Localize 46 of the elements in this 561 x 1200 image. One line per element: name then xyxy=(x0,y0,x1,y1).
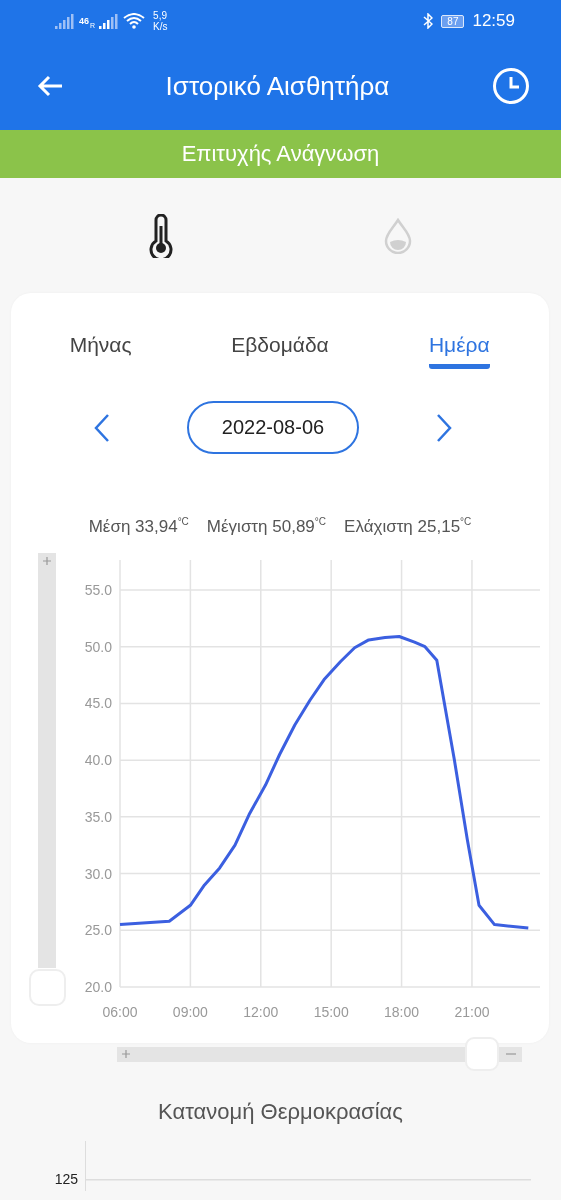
period-tab[interactable]: Εβδομάδα xyxy=(231,323,329,369)
minus-icon[interactable] xyxy=(506,1053,516,1055)
status-banner: Επιτυχής Ανάγνωση xyxy=(0,130,561,178)
y-axis-label: 40.0 xyxy=(84,751,112,768)
signal-icon xyxy=(55,13,75,29)
plus-icon[interactable] xyxy=(42,556,52,566)
y-axis-label: 30.0 xyxy=(84,865,112,882)
history-clock-icon[interactable] xyxy=(492,67,530,105)
x-axis-label: 12:00 xyxy=(243,1003,279,1020)
wifi-icon xyxy=(123,13,146,29)
section-title: Κατανομή Θερμοκρασίας xyxy=(157,1099,404,1125)
x-axis-label: 21:00 xyxy=(454,1003,490,1020)
y-axis-label: 50.0 xyxy=(84,638,112,655)
y-axis-label: 20.0 xyxy=(84,978,112,995)
next-icon[interactable] xyxy=(435,412,453,443)
statistic-label: Ελάχιστη 25,15$^{°C}$ xyxy=(344,516,472,537)
water-drop-icon[interactable] xyxy=(382,217,413,254)
y-axis-label: 125 xyxy=(53,1171,78,1189)
screen-title: Ιστορικό Αισθητήρα xyxy=(165,70,390,102)
y-axis-label: 45.0 xyxy=(84,695,112,712)
vertical-zoom-slider[interactable] xyxy=(38,552,56,968)
back-arrow-icon[interactable] xyxy=(37,75,63,97)
speed-unit: K/s xyxy=(153,21,168,32)
signal-icon xyxy=(99,13,120,29)
y-axis-label: 55.0 xyxy=(84,581,112,598)
network-speed: 5,9 xyxy=(153,10,168,21)
bluetooth-icon xyxy=(423,13,434,29)
battery-indicator: 87 xyxy=(441,14,465,28)
statistic-label: Μέση 33,94$^{°C}$ xyxy=(88,516,189,537)
period-tab[interactable]: Ημέρα xyxy=(428,323,490,369)
slider-thumb[interactable] xyxy=(29,968,66,1006)
y-axis-label: 25.0 xyxy=(84,921,112,938)
thermometer-icon[interactable] xyxy=(146,213,175,258)
plus-icon[interactable] xyxy=(121,1049,131,1059)
x-axis-label: 06:00 xyxy=(102,1003,138,1020)
clock-time: 12:59 xyxy=(472,11,515,31)
x-axis-label: 18:00 xyxy=(384,1003,420,1020)
statistic-label: Μέγιστη 50,89$^{°C}$ xyxy=(206,516,327,537)
period-tab[interactable]: Μήνας xyxy=(69,323,132,369)
network-type: 46 xyxy=(79,16,89,26)
x-axis-label: 15:00 xyxy=(313,1003,349,1020)
previous-icon[interactable] xyxy=(93,412,111,443)
slider-thumb[interactable] xyxy=(464,1037,499,1071)
y-axis-label: 35.0 xyxy=(84,808,112,825)
x-axis-label: 09:00 xyxy=(172,1003,208,1020)
date-selector[interactable]: 2022-08-06 xyxy=(187,401,359,454)
